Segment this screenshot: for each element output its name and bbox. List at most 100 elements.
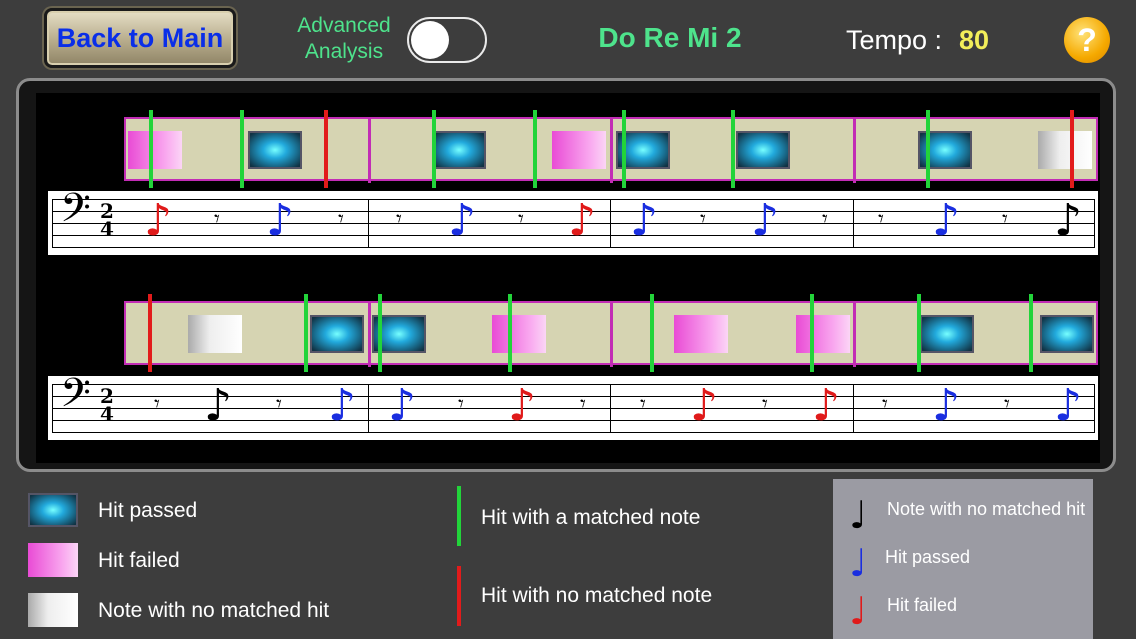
legend-hit-failed-label: Hit failed: [98, 549, 180, 572]
hit-passed-tile: [920, 315, 974, 353]
matched-hit-line: [533, 110, 537, 188]
hit-passed-tile: [248, 131, 302, 169]
eighth-rest: 𝄾: [154, 392, 160, 417]
tempo-label: Tempo :: [846, 25, 943, 55]
legend-hit-passed-swatch: [28, 493, 78, 527]
matched-hit-line: [304, 294, 308, 372]
toggle-knob: [411, 21, 449, 59]
matched-hit-line: [622, 110, 626, 188]
eighth-rest: 𝄾: [338, 207, 344, 232]
eighth-rest: 𝄾: [458, 392, 464, 417]
time-signature: 24: [100, 199, 114, 241]
note-no-match-tile: [1038, 131, 1092, 169]
bar-separator: [368, 303, 371, 367]
note-passed: ♪: [448, 195, 477, 246]
matched-hit-line: [432, 110, 436, 188]
matched-hit-line: [508, 294, 512, 372]
eighth-rest: 𝄾: [396, 207, 402, 232]
note-no-match: ♪: [1054, 195, 1083, 246]
note-passed: ♪: [328, 380, 357, 431]
note-failed: ♪: [144, 195, 173, 246]
eighth-rest: 𝄾: [822, 207, 828, 232]
tempo-value: 80: [959, 25, 990, 55]
hit-passed-tile: [310, 315, 364, 353]
hit-failed-tile: [128, 131, 182, 169]
note-passed: ♪: [266, 195, 295, 246]
matched-hit-line: [917, 294, 921, 372]
bar-separator: [853, 119, 856, 183]
legend-note-no-match-label: Note with no matched hit: [98, 599, 330, 622]
hit-failed-tile: [796, 315, 850, 353]
note-no-match-tile: [188, 315, 242, 353]
hit-failed-tile: [552, 131, 606, 169]
eighth-rest: 𝄾: [640, 392, 646, 417]
matched-hit-line: [731, 110, 735, 188]
legend-unmatched-label: Hit with no matched note: [481, 584, 713, 607]
advanced-analysis-label: Advanced Analysis: [297, 14, 391, 63]
matched-hit-line: [650, 294, 654, 372]
matched-hit-line: [926, 110, 930, 188]
legend-right-failed-label: Hit failed: [887, 595, 958, 615]
bar-separator: [368, 119, 371, 183]
legend-unmatched-line: [457, 566, 461, 626]
unmatched-hit-line: [324, 110, 328, 188]
note-failed: ♪: [508, 380, 537, 431]
hit-failed-tile: [492, 315, 546, 353]
staff-row-2: 𝄢 24 𝄾 ♪ 𝄾 ♪ ♪ 𝄾 ♪ 𝄾 𝄾 ♪ 𝄾 ♪ 𝄾 ♪ 𝄾 ♪: [48, 370, 1098, 440]
back-to-main-button[interactable]: Back to Main: [44, 8, 236, 68]
legend-note-passed-icon: ♩: [849, 541, 867, 585]
hit-passed-tile: [1040, 315, 1094, 353]
eighth-rest: 𝄾: [882, 392, 888, 417]
note-failed: ♪: [690, 380, 719, 431]
advanced-analysis-toggle[interactable]: [407, 17, 487, 63]
eighth-rest: 𝄾: [878, 207, 884, 232]
hit-failed-tile: [674, 315, 728, 353]
eighth-rest: 𝄾: [518, 207, 524, 232]
legend-right-no-match-label: Note with no matched hit: [887, 499, 1086, 519]
legend-matched-label: Hit with a matched note: [481, 506, 701, 529]
legend-note-no-match-swatch: [28, 593, 78, 627]
legend-note-failed-icon: ♩: [849, 589, 867, 633]
staff-row-1: 𝄢 24 ♪ 𝄾 ♪ 𝄾 𝄾 ♪ 𝄾 ♪ ♪ 𝄾 ♪ 𝄾 𝄾 ♪ 𝄾 ♪: [48, 185, 1098, 255]
hit-track-row-1: [124, 117, 1098, 183]
unmatched-hit-line: [1070, 110, 1074, 188]
note-failed: ♪: [812, 380, 841, 431]
matched-hit-line: [1029, 294, 1033, 372]
hit-track-row-2: [124, 301, 1098, 367]
note-no-match: ♪: [204, 380, 233, 431]
note-passed: ♪: [932, 195, 961, 246]
note-failed: ♪: [568, 195, 597, 246]
matched-hit-line: [378, 294, 382, 372]
note-passed: ♪: [630, 195, 659, 246]
legend-matched-line: [457, 486, 461, 546]
eighth-rest: 𝄾: [276, 392, 282, 417]
unmatched-hit-line: [148, 294, 152, 372]
eighth-rest: 𝄾: [762, 392, 768, 417]
legend-right-passed-label: Hit passed: [885, 547, 971, 567]
note-passed: ♪: [1054, 380, 1083, 431]
note-passed: ♪: [388, 380, 417, 431]
matched-hit-line: [810, 294, 814, 372]
eighth-rest: 𝄾: [700, 207, 706, 232]
matched-hit-line: [240, 110, 244, 188]
song-title: Do Re Mi 2: [598, 22, 742, 53]
note-passed: ♪: [932, 380, 961, 431]
legend-hit-passed-label: Hit passed: [98, 499, 198, 522]
legend-note-no-match-icon: ♩: [849, 493, 867, 537]
bar-separator: [610, 303, 613, 367]
eighth-rest: 𝄾: [1004, 392, 1010, 417]
question-mark-icon[interactable]: ?: [1064, 17, 1110, 63]
hit-passed-tile: [432, 131, 486, 169]
legend-hit-failed-swatch: [28, 543, 78, 577]
hit-passed-tile: [736, 131, 790, 169]
matched-hit-line: [149, 110, 153, 188]
note-passed: ♪: [751, 195, 780, 246]
bass-clef-icon: 𝄢: [60, 370, 91, 426]
bar-separator: [610, 119, 613, 183]
note-legend-panel: ♩ Note with no matched hit ♩ Hit passed …: [833, 479, 1093, 639]
eighth-rest: 𝄾: [214, 207, 220, 232]
eighth-rest: 𝄾: [1002, 207, 1008, 232]
bar-separator: [853, 303, 856, 367]
time-signature: 24: [100, 384, 114, 426]
bass-clef-icon: 𝄢: [60, 185, 91, 241]
